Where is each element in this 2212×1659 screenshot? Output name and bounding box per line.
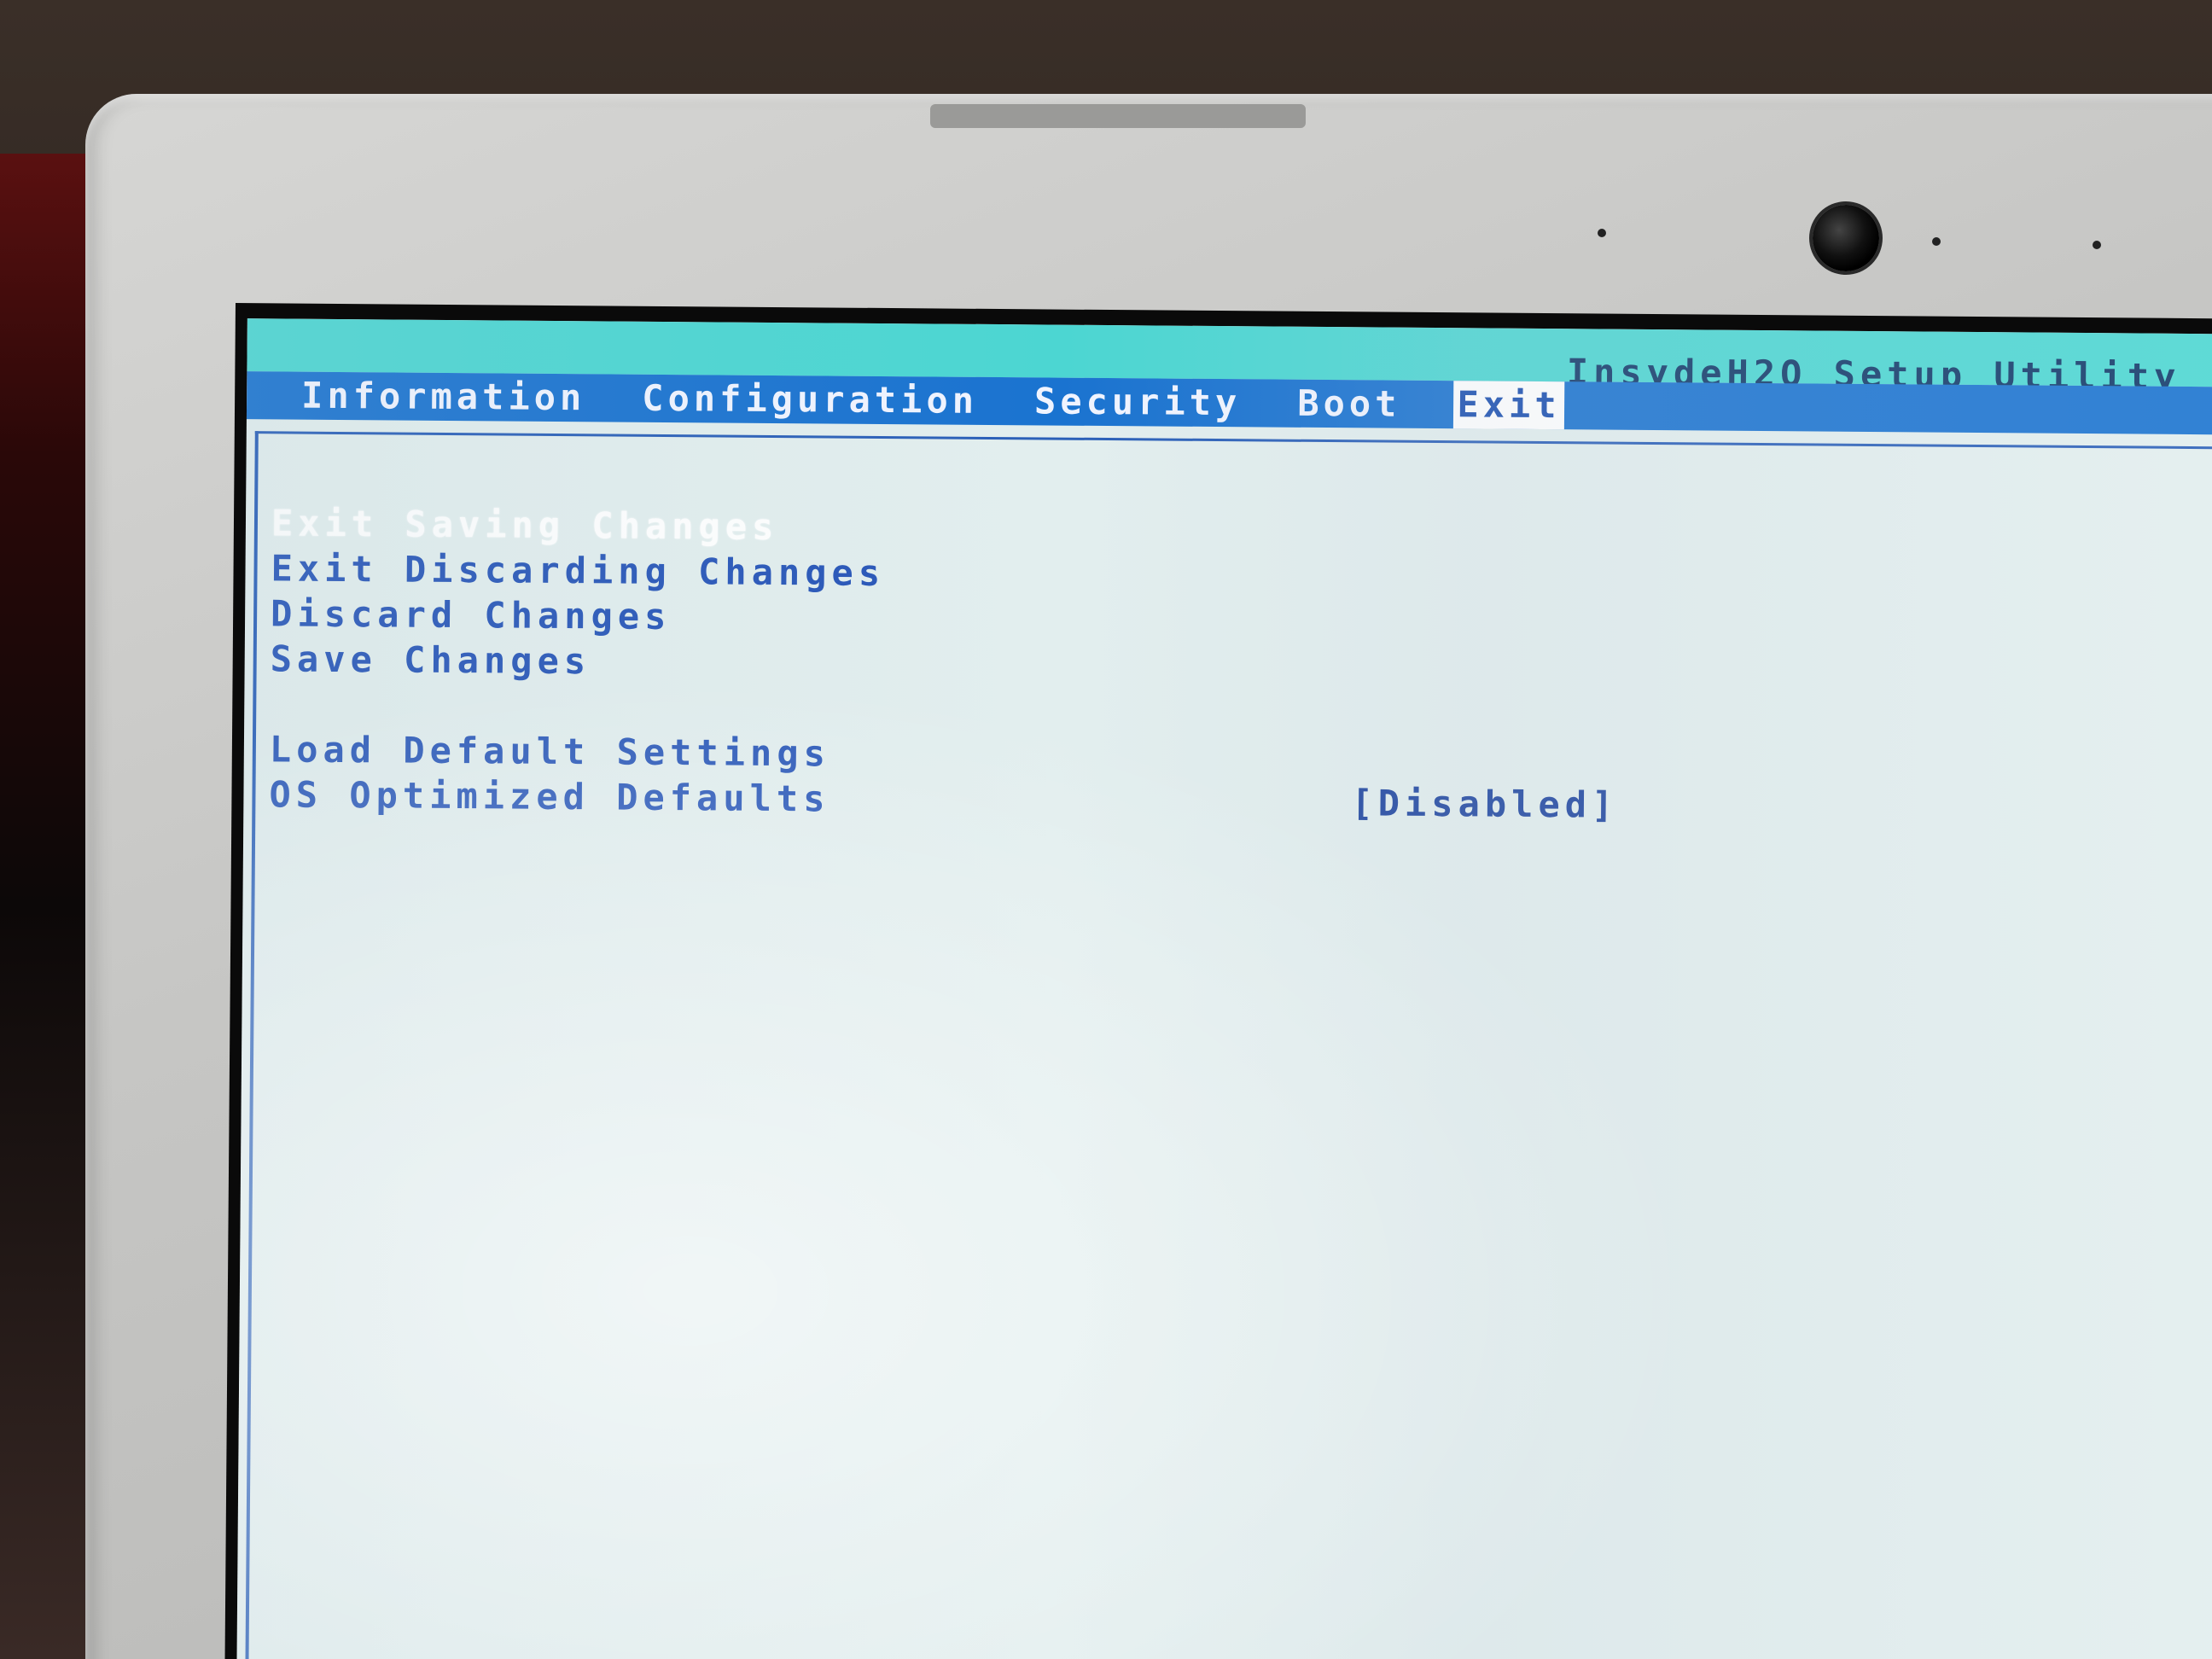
screen-frame: InsydeH2O Setup Utility Information Conf… [224, 303, 2212, 1659]
exit-discarding-changes-option[interactable]: Exit Discarding Changes [271, 545, 885, 596]
webcam-icon [1813, 205, 1879, 271]
os-optimized-defaults-value[interactable]: [Disabled] [1351, 780, 1618, 827]
exit-menu-panel: Exit Saving Changes Exit Discarding Chan… [245, 431, 2212, 1659]
tab-information[interactable]: Information [298, 372, 590, 422]
bezel-notch [930, 104, 1306, 128]
tab-exit[interactable]: Exit [1453, 381, 1564, 430]
camera-indicator-light [1932, 237, 1941, 246]
load-default-settings-option[interactable]: Load Default Settings [270, 726, 884, 777]
option-group-spacer [270, 681, 884, 731]
os-optimized-defaults-label: OS Optimized Defaults [269, 773, 830, 820]
tab-boot[interactable]: Boot [1294, 380, 1405, 428]
photo-scene: InsydeH2O Setup Utility Information Conf… [0, 0, 2212, 1659]
exit-options-list: Exit Saving Changes Exit Discarding Chan… [269, 500, 1618, 825]
exit-saving-changes-option[interactable]: Exit Saving Changes [271, 500, 886, 550]
tab-security[interactable]: Security [1031, 377, 1245, 427]
tab-configuration[interactable]: Configuration [638, 375, 981, 425]
ambient-light-sensor [1598, 229, 1606, 237]
os-optimized-defaults-option[interactable]: OS Optimized Defaults [Disabled] [269, 771, 1618, 825]
microphone-hole [2093, 241, 2101, 249]
bios-screen: InsydeH2O Setup Utility Information Conf… [236, 318, 2212, 1659]
save-changes-option[interactable]: Save Changes [271, 636, 885, 686]
discard-changes-option[interactable]: Discard Changes [271, 591, 885, 641]
